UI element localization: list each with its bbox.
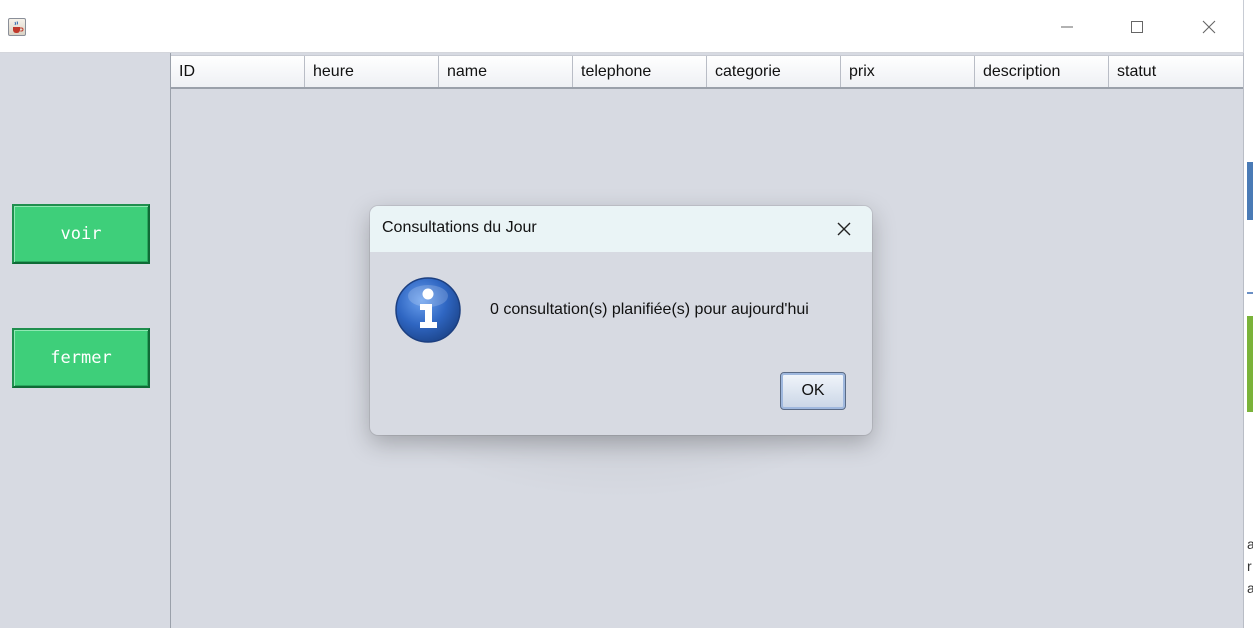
dialog-close-button[interactable] xyxy=(824,212,864,246)
maximize-icon xyxy=(1131,21,1143,33)
table-border xyxy=(1243,53,1244,628)
column-header-heure[interactable]: heure xyxy=(305,56,439,87)
column-header-telephone[interactable]: telephone xyxy=(573,56,707,87)
table-header: ID heure name telephone categorie prix d… xyxy=(171,55,1243,89)
maximize-button[interactable] xyxy=(1114,8,1160,46)
background-window-text: a xyxy=(1247,580,1253,596)
ok-button[interactable]: OK xyxy=(780,372,846,410)
info-icon xyxy=(394,276,462,344)
background-window-text: a xyxy=(1247,536,1253,552)
column-header-description[interactable]: description xyxy=(975,56,1109,87)
column-header-prix[interactable]: prix xyxy=(841,56,975,87)
close-icon xyxy=(837,222,851,236)
close-window-button[interactable] xyxy=(1186,8,1232,46)
window-title-bar xyxy=(0,0,1243,53)
background-window-fragment xyxy=(1247,162,1253,220)
background-window-text: r xyxy=(1247,558,1252,574)
close-icon xyxy=(1202,20,1216,34)
fermer-button[interactable]: fermer xyxy=(12,328,150,388)
java-cup-icon xyxy=(8,18,26,36)
column-header-categorie[interactable]: categorie xyxy=(707,56,841,87)
column-header-name[interactable]: name xyxy=(439,56,573,87)
background-window-fragment xyxy=(1247,316,1253,412)
left-button-panel: voir fermer xyxy=(0,53,170,628)
minimize-icon xyxy=(1061,26,1073,28)
voir-button[interactable]: voir xyxy=(12,204,150,264)
minimize-button[interactable] xyxy=(1044,8,1090,46)
column-header-statut[interactable]: statut xyxy=(1109,56,1243,87)
dialog-title-bar: Consultations du Jour xyxy=(370,206,872,252)
dialog-title: Consultations du Jour xyxy=(382,219,537,236)
dialog-message: 0 consultation(s) planifiée(s) pour aujo… xyxy=(490,301,809,318)
consultations-dialog: Consultations du Jour 0 consultation(s) … xyxy=(370,206,872,435)
column-header-id[interactable]: ID xyxy=(171,56,305,87)
background-window-fragment xyxy=(1247,292,1253,294)
